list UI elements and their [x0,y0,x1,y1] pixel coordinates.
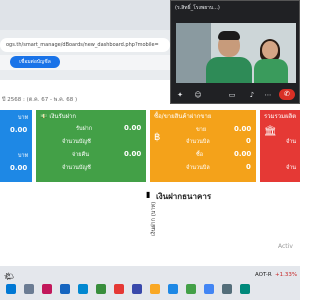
outlook-icon[interactable] [60,284,70,294]
card-title: ซื้อ/ขายสินค้าฝากขาย [154,113,212,120]
folder-icon[interactable] [150,284,160,294]
card-production: รวมรวมผลิต 🏛 จำน จำน [260,110,300,182]
page-subtitle: ปี 2568 : (ต.ค. 67 - พ.ค. 68 ) [2,97,78,103]
unit-label: บาท [18,115,29,121]
start-icon[interactable] [6,284,16,294]
line-icon[interactable] [186,284,196,294]
unit-label: บาท [18,153,29,159]
chart-y-axis-label: เงินฝาก (บาท) [151,201,157,236]
row-label: ซื้อ [196,152,204,158]
end-call-button[interactable]: ✆ [279,89,295,100]
value: 0.00 [10,126,28,134]
row-label: ขาย [196,127,207,133]
taskbar: 🌤 AOT-R +1.33% [0,266,300,300]
weather-icon[interactable]: 🌤 [4,272,14,281]
emoji-icon[interactable]: ☺ [193,90,203,100]
tab-strip[interactable] [0,0,170,30]
participant-2-shirt [254,59,288,83]
card-blue: บาท 0.00 บาท 0.00 [0,110,32,182]
row-label: รับฝาก [76,126,93,132]
participant-1-hair [218,31,240,40]
chart-title: เงินฝากธนาคาร [156,192,212,201]
effects-icon[interactable]: ✦ [175,90,185,100]
card-consignment: ซื้อ/ขายสินค้าฝากขาย ฿ ขาย 0.00 จำนวนบิล… [150,110,256,182]
teams-icon[interactable] [132,284,142,294]
chrome-icon[interactable] [114,284,124,294]
row-label: จ่ายคืน [72,152,89,158]
row-label: จำนวนบิล [186,139,210,145]
card-title: 💵 เงินรับฝาก [36,110,146,123]
card-title-text: เงินรับฝาก [49,113,77,120]
windows-activation-watermark: Activ [278,243,293,250]
microphone-icon[interactable]: ♪ [247,90,257,100]
row-label: จำนวนบัญชี [62,165,91,171]
app-icon-3[interactable] [240,284,250,294]
word-icon[interactable] [168,284,178,294]
sync-account-button[interactable]: เชื่อมต่อบัญชีล [10,56,60,68]
row-label: จำน [286,165,297,171]
participant-2-head [262,41,278,59]
video-feed [176,23,296,83]
row-value: 0.00 [234,125,252,133]
card-deposits: 💵 เงินรับฝาก รับฝาก 0.00 จำนวนบัญชี จ่าย… [36,110,146,182]
excel-icon[interactable] [96,284,106,294]
value: 0.00 [10,164,28,172]
address-bar[interactable]: ogs.th/smart_manage/dBoards/new_dashboar… [0,38,170,52]
mail-icon[interactable] [78,284,88,294]
stock-change: +1.33% [275,272,298,278]
meet-icon[interactable] [204,284,214,294]
row-label: จำนวนบิล [186,165,210,171]
row-label: จำนวนบัญชี [62,139,91,145]
row-value: 0.00 [124,150,142,158]
row-value: 0.00 [124,124,142,132]
baht-icon: ฿ [154,132,161,143]
video-call-window[interactable]: (ร.สิทธิ์_โรงพยาบ...) ✦ ☺ ▭ ♪ ⋯ ✆ [170,0,300,104]
row-value: 0 [246,163,251,171]
row-label: จำน [286,139,297,145]
row-value: 0.00 [234,150,252,158]
app-icon-2[interactable] [222,284,232,294]
more-icon[interactable]: ⋯ [263,90,273,100]
video-call-title: (ร.สิทธิ์_โรงพยาบ...) [175,5,220,11]
bank-icon: 🏛 [264,126,277,137]
search-icon[interactable] [24,284,34,294]
app-icon[interactable] [42,284,52,294]
row-value: 0 [246,137,251,145]
money-icon: 💵 [40,113,48,120]
bank-deposit-chart: ▮ เงินฝากธนาคาร เงินฝาก (บาท) [0,186,300,266]
card-title: รวมรวมผลิต [264,113,297,120]
video-controls: ✦ ☺ ▭ ♪ ⋯ ✆ [171,87,299,103]
tray-ticker: AOT-R [255,272,272,278]
participant-1-shirt [206,57,252,83]
bar-chart-icon: ▮ [146,190,151,199]
camera-icon[interactable]: ▭ [227,90,237,100]
